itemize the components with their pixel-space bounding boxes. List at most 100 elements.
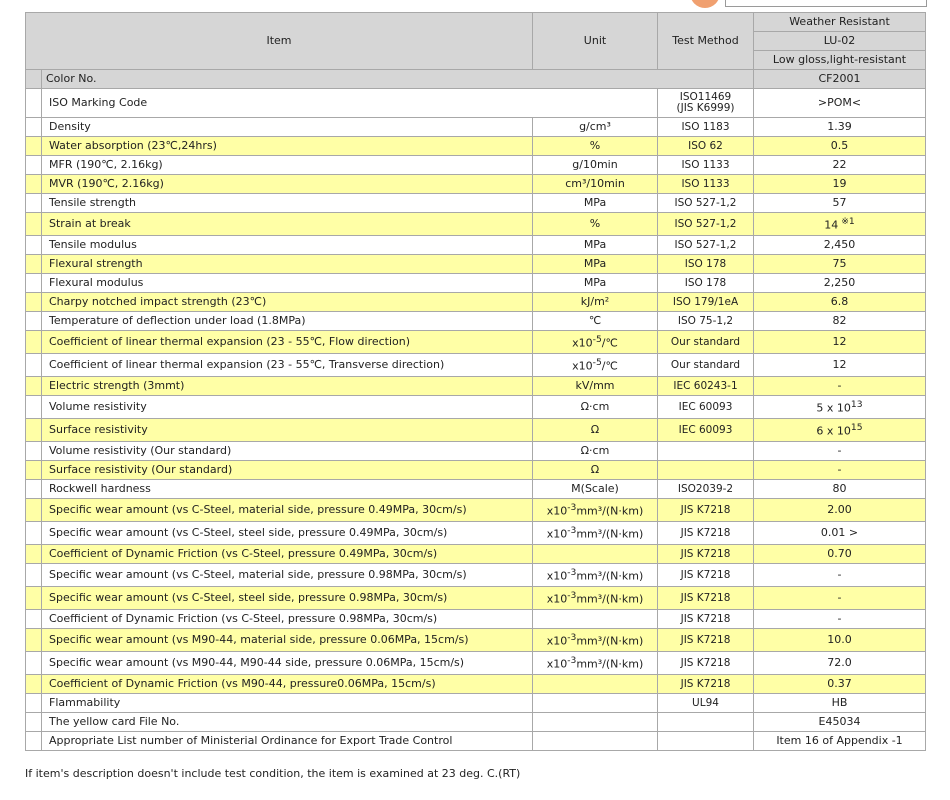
row-marker (25, 712, 42, 732)
property-value: 22 (753, 155, 926, 175)
test-method: ISO 1133 (657, 174, 754, 194)
property-unit (532, 693, 658, 713)
property-value: 14 ※1 (753, 212, 926, 236)
property-unit: Ω (532, 460, 658, 480)
table-row: Temperature of deflection under load (1.… (25, 311, 926, 331)
value-text: 2,450 (823, 238, 856, 251)
property-name: Temperature of deflection under load (1.… (41, 311, 533, 331)
unit-base: x10 (572, 359, 593, 373)
unit-tail: mm³/(N·km) (576, 592, 644, 606)
value-text: 22 (832, 158, 847, 171)
property-name: Tensile modulus (41, 235, 533, 255)
unit-exponent: -5 (592, 334, 602, 346)
table-row: Coefficient of Dynamic Friction (vs C-St… (25, 609, 926, 629)
row-marker (25, 193, 42, 213)
property-name: Volume resistivity (41, 395, 533, 419)
test-method: ISO 75-1,2 (657, 311, 754, 331)
row-marker (25, 235, 42, 255)
value-text: 75 (832, 257, 847, 270)
unit-exponent: -3 (567, 567, 577, 579)
color-no-label: Color No. (41, 69, 754, 89)
iso-marking-method-line2: (JIS K6999) (676, 102, 735, 114)
table-row: Specific wear amount (vs C-Steel, materi… (25, 498, 926, 522)
search-input-edge[interactable] (725, 0, 927, 7)
row-marker (25, 212, 42, 236)
table-row: MFR (190℃, 2.16kg) g/10min ISO 1133 22 (25, 155, 926, 175)
value-text: 12 (832, 335, 847, 348)
row-marker (25, 460, 42, 480)
test-method: ISO 179/1eA (657, 292, 754, 312)
value-text: Item 16 of Appendix -1 (776, 734, 903, 747)
row-marker (25, 376, 42, 396)
header-grade-category: Weather Resistant (753, 12, 926, 32)
test-method (657, 460, 754, 480)
table-row: Electric strength (3mmt) kV/mm IEC 60243-1… (25, 376, 926, 396)
table-row: Tensile strength MPa ISO 527-1,2 57 (25, 193, 926, 213)
row-marker (25, 395, 42, 419)
unit-exponent: -3 (567, 655, 577, 667)
header-unit: Unit (532, 12, 658, 70)
test-method: ISO 178 (657, 254, 754, 274)
unit-tail: mm³/(N·km) (576, 504, 644, 518)
property-name: Specific wear amount (vs C-Steel, materi… (41, 563, 533, 587)
table-row: The yellow card File No. E45034 (25, 712, 926, 732)
unit-base: x10 (546, 504, 568, 518)
unit-tail: /℃ (601, 359, 618, 373)
test-method: JIS K7218 (657, 563, 754, 587)
property-unit: g/cm³ (532, 117, 658, 137)
unit-exponent: -3 (567, 502, 577, 514)
property-value: 80 (753, 479, 926, 499)
property-unit: Ω·cm (532, 395, 658, 419)
test-method: ISO 527-1,2 (657, 212, 754, 236)
property-unit: MPa (532, 254, 658, 274)
property-value: 57 (753, 193, 926, 213)
test-method: JIS K7218 (657, 628, 754, 652)
header-grade-name: LU-02 (753, 31, 926, 51)
property-unit: x10-5/℃ (532, 330, 658, 354)
row-marker (25, 174, 42, 194)
test-method: ISO 527-1,2 (657, 193, 754, 213)
value-text: - (837, 379, 842, 392)
value-text: 14 (824, 218, 839, 232)
decorative-circle (690, 0, 720, 8)
test-method: IEC 60093 (657, 395, 754, 419)
row-marker (25, 521, 42, 545)
value-text: 0.01 > (820, 526, 859, 539)
row-marker (25, 441, 42, 461)
iso-marking-label: ISO Marking Code (41, 88, 658, 118)
test-method (657, 441, 754, 461)
test-method: JIS K7218 (657, 609, 754, 629)
test-method: JIS K7218 (657, 544, 754, 564)
properties-table: Item Unit Test Method Weather Resistant … (25, 12, 926, 751)
table-row: Coefficient of Dynamic Friction (vs C-St… (25, 544, 926, 564)
test-method: ISO 178 (657, 273, 754, 293)
row-marker (25, 88, 42, 118)
test-method (657, 731, 754, 751)
property-name: Surface resistivity (Our standard) (41, 460, 533, 480)
property-name: Rockwell hardness (41, 479, 533, 499)
property-name: Coefficient of Dynamic Friction (vs C-St… (41, 609, 533, 629)
row-marker (25, 117, 42, 137)
table-row: Specific wear amount (vs C-Steel, materi… (25, 563, 926, 587)
value-text: 2.00 (827, 503, 852, 516)
value-text: - (837, 463, 842, 476)
property-name: Coefficient of Dynamic Friction (vs M90-… (41, 674, 533, 694)
unit-base: x10 (546, 592, 568, 606)
property-name: The yellow card File No. (41, 712, 533, 732)
property-name: Specific wear amount (vs M90-44, M90-44 … (41, 651, 533, 675)
property-value: 12 (753, 330, 926, 354)
value-text: 0.70 (827, 547, 852, 560)
table-row: Appropriate List number of Ministerial O… (25, 731, 926, 751)
row-marker (25, 353, 42, 377)
property-value: 2,250 (753, 273, 926, 293)
row-marker (25, 628, 42, 652)
row-marker (25, 479, 42, 499)
row-marker (25, 674, 42, 694)
value-exponent: 13 (850, 399, 863, 411)
table-row: Flexural modulus MPa ISO 178 2,250 (25, 273, 926, 293)
property-unit: Ω (532, 418, 658, 442)
row-marker (25, 273, 42, 293)
unit-exponent: -3 (567, 525, 577, 537)
property-value: 12 (753, 353, 926, 377)
property-unit: x10-3mm³/(N·km) (532, 586, 658, 610)
